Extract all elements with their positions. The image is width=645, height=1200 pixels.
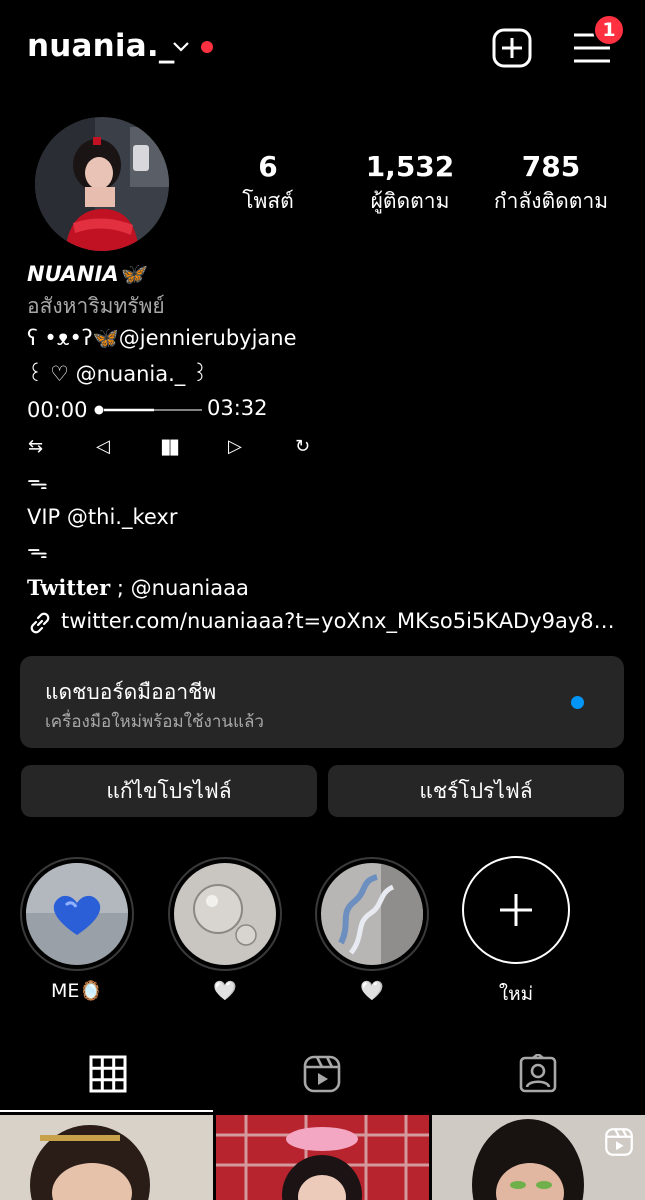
grid-icon[interactable] [88,1054,128,1094]
shuffle-glyph: ⇆ [28,436,44,457]
username-title[interactable]: nuania._ [27,28,175,64]
new-indicator-dot [571,696,584,709]
stat-following-label: กำลังติดตาม [493,189,609,213]
dashboard-subtitle: เครื่องมือใหม่พร้อมใช้งานแล้ว [45,712,264,732]
twitter-label: Twitter [27,575,111,600]
active-tab-indicator [0,1110,213,1112]
bio-time-end: 03:32 [207,396,268,420]
stat-posts-value: 6 [258,150,278,183]
stat-following-value: 785 [521,150,581,183]
twitter-handle: ; @nuaniaaa [110,576,249,600]
share-profile-button[interactable]: แชร์โปรไฟล์ [328,765,624,817]
dashboard-title: แดชบอร์ดมืออาชีพ [45,680,217,704]
status-dot [201,41,213,53]
bio-line-vip[interactable]: VIP @thi._kexr [27,503,177,531]
bio-line-symbol-2: ᯓ [27,539,48,563]
avatar[interactable] [35,117,169,251]
bio-line-self-mention[interactable]: ꒰ ♡ @nuania._ ꒱ [27,360,208,388]
bio-external-link[interactable]: twitter.com/nuaniaaa?t=yoXnx_MKso5i5KADy… [61,607,621,635]
pause-glyph: ▮▮ [160,434,180,458]
bio-line-twitter[interactable]: Twitter ; @nuaniaaa [27,574,249,602]
bio-line-mention[interactable]: ʕ •ᴥ•ʔ🦋@jennierubyjane [27,324,297,352]
highlight-me[interactable] [20,857,134,971]
grid-post-2[interactable] [216,1115,429,1200]
next-glyph: ▷ [228,436,242,457]
highlight-smoke[interactable] [315,857,429,971]
new-highlight-button[interactable] [462,856,570,964]
highlight-label-me: ME🪞 [50,980,104,1002]
profile-category: อสังหาริมทรัพย์ [27,294,165,318]
stat-followers-label: ผู้ติดตาม [370,189,450,213]
highlight-label-new: ใหม่ [498,983,534,1005]
stat-following[interactable]: 785 กำลังติดตาม [486,150,616,216]
plus-icon [500,894,532,926]
stat-posts-label: โพสต์ [242,189,294,213]
stat-followers-value: 1,532 [365,150,455,183]
notification-badge: 1 [593,14,625,46]
grid-post-1[interactable] [0,1115,213,1200]
stat-followers[interactable]: 1,532 ผู้ติดตาม [355,150,465,216]
edit-profile-button[interactable]: แก้ไขโปรไฟล์ [21,765,317,817]
bio-line-symbol: ᯓ [27,470,48,494]
profile-name: NUANIA🦋 [27,262,145,286]
link-icon [30,612,50,634]
stat-posts[interactable]: 6 โพสต์ [228,150,308,216]
reel-badge-icon [605,1128,633,1156]
prev-glyph: ◁ [96,436,110,457]
chevron-down-icon[interactable] [172,38,190,56]
repeat-glyph: ↻ [295,436,311,457]
tagged-icon[interactable] [518,1054,558,1094]
bio-time-start: 00:00 [27,398,88,422]
progress-bar [94,405,202,415]
reels-icon[interactable] [302,1054,342,1094]
highlight-label-heart-2: 🤍 [360,980,384,1002]
plus-square-icon[interactable] [492,28,532,68]
grid-post-3[interactable] [432,1115,645,1200]
highlight-label-heart-1: 🤍 [213,980,237,1002]
highlight-bubble[interactable] [168,857,282,971]
